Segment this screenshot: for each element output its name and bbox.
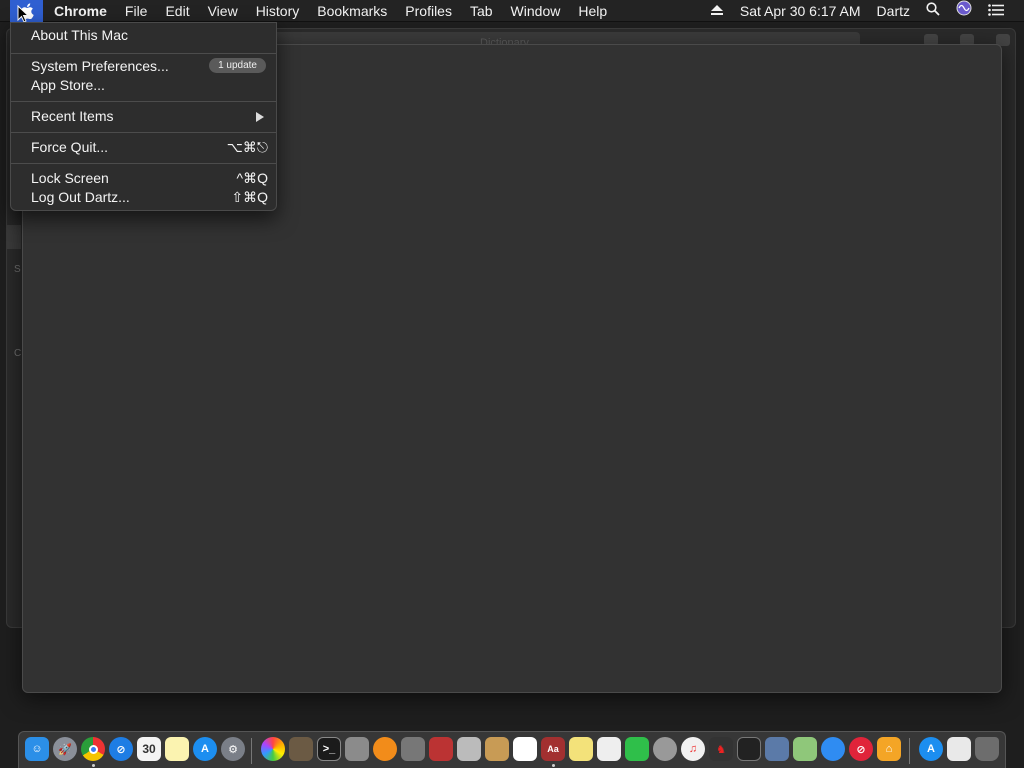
- menu-separator: [11, 163, 276, 164]
- spotlight-search-icon[interactable]: [918, 0, 948, 22]
- itunes-icon[interactable]: ♫: [681, 737, 705, 761]
- apple-menu-dropdown: About This Mac System Preferences... 1 u…: [10, 22, 277, 211]
- recent-items-label: Recent Items: [31, 108, 114, 124]
- launchpad-icon[interactable]: 🚀: [53, 737, 77, 761]
- menu-app-chrome[interactable]: Chrome: [54, 0, 116, 22]
- no-entry-icon[interactable]: ⊘: [849, 737, 873, 761]
- menu-view[interactable]: View: [199, 0, 247, 22]
- notes-icon[interactable]: [165, 737, 189, 761]
- menu-separator: [11, 132, 276, 133]
- trash-icon[interactable]: [975, 737, 999, 761]
- lock-screen-label: Lock Screen: [31, 170, 109, 186]
- chrome-icon[interactable]: [81, 737, 105, 761]
- app-store-folder-icon[interactable]: A: [919, 737, 943, 761]
- force-quit-item[interactable]: Force Quit... ⌥⌘⎋: [11, 138, 276, 157]
- calendar-day: 30: [142, 742, 156, 756]
- menu-separator: [11, 53, 276, 54]
- menu-separator: [11, 101, 276, 102]
- menu-file[interactable]: File: [116, 0, 157, 22]
- photo-booth-icon[interactable]: [429, 737, 453, 761]
- facetime-icon[interactable]: [625, 737, 649, 761]
- siri-icon[interactable]: [948, 0, 980, 22]
- lock-screen-item[interactable]: Lock Screen ^⌘Q: [11, 169, 276, 188]
- dock-divider: [251, 738, 252, 764]
- submenu-arrow-icon: [256, 112, 264, 122]
- dock: ☺ 🚀 ⊘ 30 A ⚙ >_ Aa ♫ ♞ ⊘ ⌂ A: [18, 731, 1006, 768]
- update-badge: 1 update: [209, 58, 266, 73]
- terminal-icon[interactable]: >_: [317, 737, 341, 761]
- books-icon[interactable]: [373, 737, 397, 761]
- menu-window[interactable]: Window: [502, 0, 570, 22]
- chrome-running-indicator: [92, 764, 95, 767]
- activity-monitor-icon[interactable]: [737, 737, 761, 761]
- lock-screen-shortcut: ^⌘Q: [236, 170, 268, 186]
- documents-icon[interactable]: [947, 737, 971, 761]
- preview-icon[interactable]: [289, 737, 313, 761]
- dock-divider: [909, 738, 910, 764]
- menu-user[interactable]: Dartz: [869, 0, 918, 22]
- numbers-icon[interactable]: [513, 737, 537, 761]
- app-store-icon[interactable]: A: [193, 737, 217, 761]
- stickies-icon[interactable]: [569, 737, 593, 761]
- automator-icon[interactable]: [401, 737, 425, 761]
- force-quit-shortcut: ⌥⌘⎋: [226, 139, 268, 155]
- background-sidebar-tab: [7, 225, 21, 249]
- recent-items-item[interactable]: Recent Items: [11, 107, 276, 126]
- contacts-icon[interactable]: [485, 737, 509, 761]
- system-preferences-item[interactable]: System Preferences... 1 update: [11, 57, 276, 76]
- log-out-label: Log Out Dartz...: [31, 189, 130, 205]
- eject-icon[interactable]: [702, 0, 732, 22]
- disk-utility-icon[interactable]: [653, 737, 677, 761]
- menu-help[interactable]: Help: [569, 0, 616, 22]
- app-store-item[interactable]: App Store...: [11, 76, 276, 95]
- about-this-mac-item[interactable]: About This Mac: [11, 26, 276, 45]
- menu-bar: Chrome File Edit View History Bookmarks …: [0, 0, 1024, 23]
- log-out-shortcut: ⇧⌘Q: [231, 189, 268, 205]
- home-icon[interactable]: ⌂: [877, 737, 901, 761]
- photos-icon[interactable]: [261, 737, 285, 761]
- menu-edit[interactable]: Edit: [156, 0, 198, 22]
- mouse-cursor-icon: [17, 5, 29, 23]
- background-sidebar-letter: S: [14, 264, 21, 275]
- menu-profiles[interactable]: Profiles: [396, 0, 461, 22]
- force-quit-label: Force Quit...: [31, 139, 109, 155]
- safari-icon[interactable]: ⊘: [109, 737, 133, 761]
- image-capture-icon[interactable]: [765, 737, 789, 761]
- dictionary-running-indicator: [552, 764, 555, 767]
- app-store-label: App Store...: [31, 77, 105, 93]
- menu-clock[interactable]: Sat Apr 30 6:17 AM: [732, 0, 869, 22]
- menu-bookmarks[interactable]: Bookmarks: [308, 0, 396, 22]
- file-icon[interactable]: [457, 737, 481, 761]
- log-out-item[interactable]: Log Out Dartz... ⇧⌘Q: [11, 188, 276, 207]
- menu-tab[interactable]: Tab: [461, 0, 502, 22]
- chess-icon[interactable]: ♞: [709, 737, 733, 761]
- about-this-mac-label: About This Mac: [31, 27, 129, 43]
- background-sidebar-letter: C: [14, 348, 22, 359]
- textedit-icon[interactable]: [597, 737, 621, 761]
- system-preferences-label: System Preferences...: [31, 58, 169, 74]
- script-editor-icon[interactable]: [345, 737, 369, 761]
- messages-icon[interactable]: [821, 737, 845, 761]
- calendar-icon[interactable]: 30: [137, 737, 161, 761]
- system-preferences-icon[interactable]: ⚙: [221, 737, 245, 761]
- menu-history[interactable]: History: [247, 0, 309, 22]
- notification-center-icon[interactable]: [980, 0, 1012, 22]
- finder-icon[interactable]: ☺: [25, 737, 49, 761]
- dictionary-icon[interactable]: Aa: [541, 737, 565, 761]
- maps-icon[interactable]: [793, 737, 817, 761]
